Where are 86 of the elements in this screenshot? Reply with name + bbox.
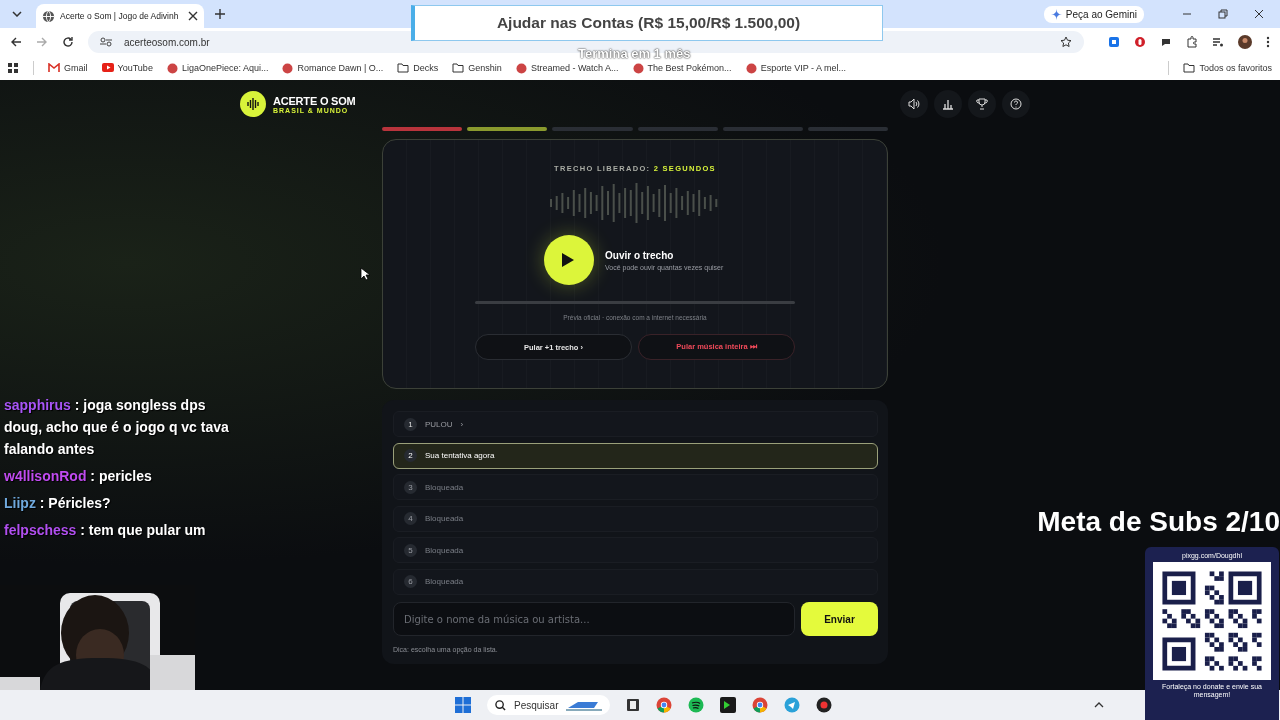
extension-icon[interactable]	[1134, 36, 1146, 48]
apps-icon[interactable]	[8, 62, 19, 74]
media-icon[interactable]	[1212, 36, 1224, 48]
bookmark[interactable]: The Best Pokémon...	[632, 62, 732, 74]
attempt-number: 3	[404, 480, 417, 494]
attempt-number: 1	[404, 417, 417, 431]
attempt-number: 5	[404, 543, 417, 557]
sparkle-icon	[1050, 8, 1062, 20]
extension-icon[interactable]	[1108, 36, 1120, 48]
chat-message: w4llisonRod : pericles	[4, 467, 153, 486]
attempt-label: Bloqueada	[425, 577, 464, 586]
volume-button[interactable]	[900, 90, 928, 118]
bookmark[interactable]: Genshin	[452, 63, 502, 73]
terminal-app-icon[interactable]	[720, 697, 737, 713]
video-icon	[101, 63, 114, 73]
attempt-label: Bloqueada	[425, 482, 464, 492]
cursor-icon	[360, 267, 370, 281]
folder-icon	[452, 63, 465, 73]
windows-start-icon[interactable]	[455, 697, 471, 713]
new-tab-icon[interactable]	[214, 8, 226, 20]
browser-tab[interactable]: Acerte o Som | Jogo de Adivinh	[36, 4, 204, 28]
attempt-label: PULOU	[425, 419, 453, 429]
chat-bubble-icon[interactable]	[1160, 36, 1172, 48]
chat-message: Liipz : Péricles?	[4, 494, 112, 513]
site-icon	[166, 62, 178, 74]
site-icon	[632, 62, 644, 74]
restore-icon[interactable]	[1218, 9, 1228, 19]
puzzle-icon[interactable]	[1186, 36, 1198, 48]
chevron-icon: ›	[460, 419, 464, 429]
site-settings-icon[interactable]	[100, 37, 112, 47]
help-icon	[1010, 98, 1022, 110]
mail-icon	[48, 63, 60, 73]
subs-goal: Meta de Subs 2/10	[1037, 506, 1280, 538]
music-app-icon[interactable]	[688, 697, 705, 713]
taskbar-search[interactable]: Pesquisar	[487, 695, 611, 715]
bookmark[interactable]: Decks	[397, 63, 439, 73]
chat-message: felpschess : tem que pular um	[4, 521, 207, 540]
chat-message: sapphirus : joga songless dps doug, acho que é o jogo q vc tava falando antes	[4, 396, 230, 459]
chevron-up-icon[interactable]	[1094, 701, 1104, 709]
reload-icon[interactable]	[62, 36, 74, 48]
search-icon	[495, 699, 506, 711]
app-icon[interactable]	[816, 697, 833, 713]
logo-icon	[240, 91, 266, 117]
attempt-number: 2	[404, 449, 417, 462]
gemini-button[interactable]: Peça ao Gemini	[1043, 5, 1144, 23]
trophy-button[interactable]	[968, 90, 996, 118]
site-icon	[282, 62, 294, 74]
folder-icon	[1183, 63, 1196, 73]
attempt-number: 4	[404, 512, 417, 525]
bookmark[interactable]: Romance Dawn | O...	[282, 62, 384, 74]
chrome-icon[interactable]	[752, 697, 769, 713]
site-icon	[515, 62, 527, 74]
task-view-icon[interactable]	[626, 698, 641, 712]
play-button[interactable]	[544, 235, 594, 285]
close-icon[interactable]	[188, 11, 198, 21]
bookmark[interactable]: LigaOnePiece: Aqui...	[166, 62, 269, 74]
help-button[interactable]	[1002, 90, 1030, 118]
messenger-icon[interactable]	[784, 697, 801, 713]
avatar-icon[interactable]	[1238, 35, 1252, 49]
star-icon[interactable]	[1060, 36, 1072, 48]
trophy-icon	[976, 98, 988, 110]
folder-icon	[397, 63, 410, 73]
all-bookmarks-link[interactable]: Todos os favoritos	[1183, 63, 1272, 73]
bookmark[interactable]: Streamed - Watch A...	[515, 62, 619, 74]
globe-icon	[42, 9, 55, 23]
back-icon[interactable]	[10, 36, 22, 48]
chrome-icon[interactable]	[656, 697, 673, 713]
submit-button[interactable]: Enviar	[801, 602, 878, 636]
play-icon	[561, 252, 575, 268]
more-icon[interactable]	[1266, 36, 1270, 48]
bookmark[interactable]: Esporte VIP - A mel...	[745, 62, 846, 74]
donation-goal-banner: Ajudar nas Contas (R$ 15,00/R$ 1.500,00)	[411, 5, 883, 41]
attempt-label: Bloqueada	[425, 514, 464, 523]
logo-title: ACERTE O SOM	[273, 94, 356, 107]
bookmark[interactable]: YouTube	[101, 63, 153, 73]
site-icon	[745, 62, 757, 74]
speaker-icon	[908, 98, 920, 110]
close-icon[interactable]	[1254, 9, 1264, 19]
bar-chart-icon	[942, 98, 954, 110]
attempt-number: 6	[404, 575, 417, 588]
stats-button[interactable]	[934, 90, 962, 118]
attempt-label: Sua tentativa agora	[425, 451, 495, 460]
bookmark[interactable]: Gmail	[48, 63, 88, 73]
guess-input[interactable]: Digite o nome da música ou artista...	[393, 602, 795, 636]
play-title: Ouvir o trecho	[605, 249, 675, 261]
attempt-label: Bloqueada	[425, 545, 464, 555]
